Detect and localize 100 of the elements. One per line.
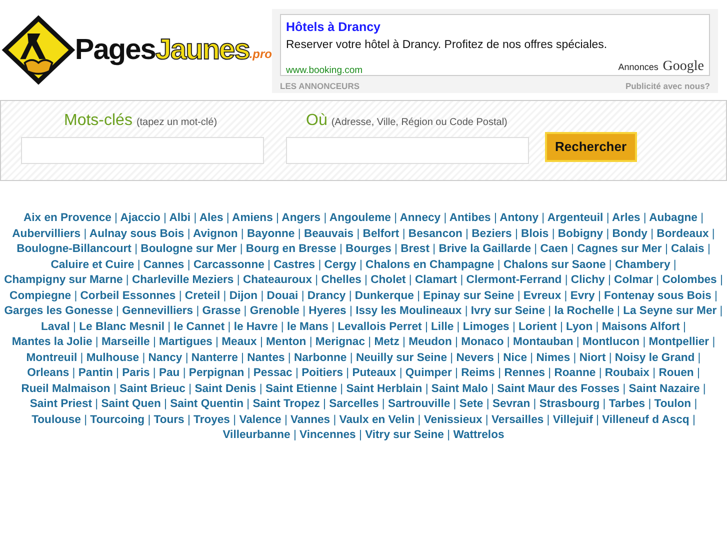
city-link[interactable]: Neuilly sur Seine — [356, 352, 447, 364]
city-link[interactable]: Chalons sur Saone — [503, 258, 606, 270]
city-link[interactable]: Toulouse — [32, 414, 81, 426]
city-link[interactable]: Garges les Gonesse — [4, 305, 113, 317]
city-link[interactable]: Evreux — [523, 290, 562, 302]
city-link[interactable]: Perpignan — [188, 367, 244, 379]
city-link[interactable]: Clermont-Ferrand — [466, 274, 562, 286]
city-link[interactable]: Villejuif — [552, 414, 593, 426]
city-link[interactable]: Annecy — [400, 212, 441, 224]
city-link[interactable]: Rennes — [504, 367, 546, 379]
city-link[interactable]: Montreuil — [26, 352, 78, 364]
city-link[interactable]: Antony — [500, 212, 539, 224]
city-link[interactable]: Grasse — [202, 305, 241, 317]
city-link[interactable]: Vaulx en Velin — [339, 414, 415, 426]
city-link[interactable]: Amiens — [232, 212, 273, 224]
city-link[interactable]: Saint Quentin — [170, 398, 244, 410]
city-link[interactable]: Saint Priest — [30, 398, 92, 410]
city-link[interactable]: Avignon — [193, 228, 238, 240]
city-link[interactable]: Boulogne-Billancourt — [16, 243, 132, 255]
city-link[interactable]: Aix en Provence — [23, 212, 112, 224]
city-link[interactable]: Cergy — [324, 258, 356, 270]
city-link[interactable]: Cannes — [143, 258, 184, 270]
city-link[interactable]: Nevers — [456, 352, 494, 364]
city-link[interactable]: Cholet — [370, 274, 406, 286]
city-link[interactable]: Castres — [274, 258, 316, 270]
city-link[interactable]: Marseille — [101, 336, 150, 348]
city-link[interactable]: Arles — [612, 212, 640, 224]
city-link[interactable]: Pessac — [253, 367, 292, 379]
city-link[interactable]: Noisy le Grand — [614, 352, 695, 364]
city-link[interactable]: Pantin — [78, 367, 113, 379]
city-link[interactable]: Reims — [461, 367, 495, 379]
city-link[interactable]: le Havre — [234, 320, 278, 332]
city-link[interactable]: Meudon — [408, 336, 452, 348]
city-link[interactable]: Nantes — [247, 352, 285, 364]
city-link[interactable]: Charleville Meziers — [132, 274, 234, 286]
city-link[interactable]: Chalons en Champagne — [366, 258, 494, 270]
city-link[interactable]: Hyeres — [308, 305, 346, 317]
city-link[interactable]: Troyes — [194, 414, 230, 426]
city-link[interactable]: Martigues — [159, 336, 212, 348]
city-link[interactable]: le Mans — [287, 320, 328, 332]
city-link[interactable]: Villeurbanne — [222, 429, 290, 441]
city-link[interactable]: Dijon — [229, 290, 258, 302]
city-link[interactable]: Ajaccio — [120, 212, 160, 224]
city-link[interactable]: Lille — [431, 320, 454, 332]
city-link[interactable]: Colombes — [662, 274, 717, 286]
search-field[interactable] — [21, 137, 264, 164]
city-link[interactable]: Strasbourg — [539, 398, 600, 410]
city-link[interactable]: Quimper — [405, 367, 452, 379]
city-link[interactable]: Chambery — [614, 258, 670, 270]
city-link[interactable]: Argenteuil — [547, 212, 604, 224]
city-link[interactable]: Poitiers — [302, 367, 343, 379]
city-link[interactable]: Saint Quen — [101, 398, 161, 410]
city-link[interactable]: Douai — [266, 290, 298, 302]
city-link[interactable]: Roanne — [554, 367, 596, 379]
city-link[interactable]: Rouen — [658, 367, 694, 379]
city-link[interactable]: Evry — [570, 290, 595, 302]
city-link[interactable]: Nancy — [148, 352, 182, 364]
city-link[interactable]: Colmar — [614, 274, 653, 286]
city-link[interactable]: Sevran — [492, 398, 530, 410]
city-link[interactable]: Bourg en Bresse — [246, 243, 336, 255]
city-link[interactable]: Puteaux — [352, 367, 396, 379]
city-link[interactable]: Bondy — [612, 228, 648, 240]
city-link[interactable]: Nanterre — [191, 352, 238, 364]
city-link[interactable]: Villeneuf d Ascq — [602, 414, 690, 426]
city-link[interactable]: Montpellier — [648, 336, 710, 348]
city-link[interactable]: Blois — [521, 228, 549, 240]
city-link[interactable]: Saint Herblain — [346, 382, 422, 394]
city-link[interactable]: Sete — [459, 398, 484, 410]
city-link[interactable]: Compiegne — [10, 290, 72, 302]
city-link[interactable]: Saint Maur des Fosses — [497, 382, 620, 394]
city-link[interactable]: Monaco — [461, 336, 504, 348]
city-link[interactable]: Chateauroux — [242, 274, 312, 286]
city-link[interactable]: Valence — [239, 414, 282, 426]
city-link[interactable]: Mulhouse — [86, 352, 140, 364]
city-link[interactable]: Angouleme — [329, 212, 391, 224]
city-link[interactable]: Lyon — [566, 320, 593, 332]
city-link[interactable]: la Rochelle — [554, 305, 614, 317]
city-link[interactable]: Venissieux — [424, 414, 482, 426]
city-link[interactable]: Bordeaux — [656, 228, 709, 240]
city-link[interactable]: Carcassonne — [193, 258, 264, 270]
city-link[interactable]: Tarbes — [608, 398, 646, 410]
search-field[interactable] — [286, 137, 529, 164]
city-link[interactable]: Antibes — [449, 212, 491, 224]
city-link[interactable]: Paris — [122, 367, 150, 379]
city-link[interactable]: Tours — [154, 414, 184, 426]
city-link[interactable]: Drancy — [307, 290, 346, 302]
city-link[interactable]: Orleans — [27, 367, 70, 379]
city-link[interactable]: Aubagne — [649, 212, 698, 224]
city-link[interactable]: Caluire et Cuire — [50, 258, 134, 270]
city-link[interactable]: Chelles — [321, 274, 362, 286]
city-link[interactable]: Angers — [282, 212, 321, 224]
city-link[interactable]: Saint Nazaire — [628, 382, 700, 394]
city-link[interactable]: Limoges — [462, 320, 510, 332]
city-link[interactable]: Champigny sur Marne — [4, 274, 123, 286]
city-link[interactable]: Le Blanc Mesnil — [79, 320, 165, 332]
city-link[interactable]: Corbeil Essonnes — [80, 290, 176, 302]
city-link[interactable]: Toulon — [654, 398, 692, 410]
ad-title-link[interactable]: Hôtels à Drancy — [286, 18, 704, 37]
city-link[interactable]: Montauban — [512, 336, 574, 348]
city-link[interactable]: Roubaix — [604, 367, 650, 379]
